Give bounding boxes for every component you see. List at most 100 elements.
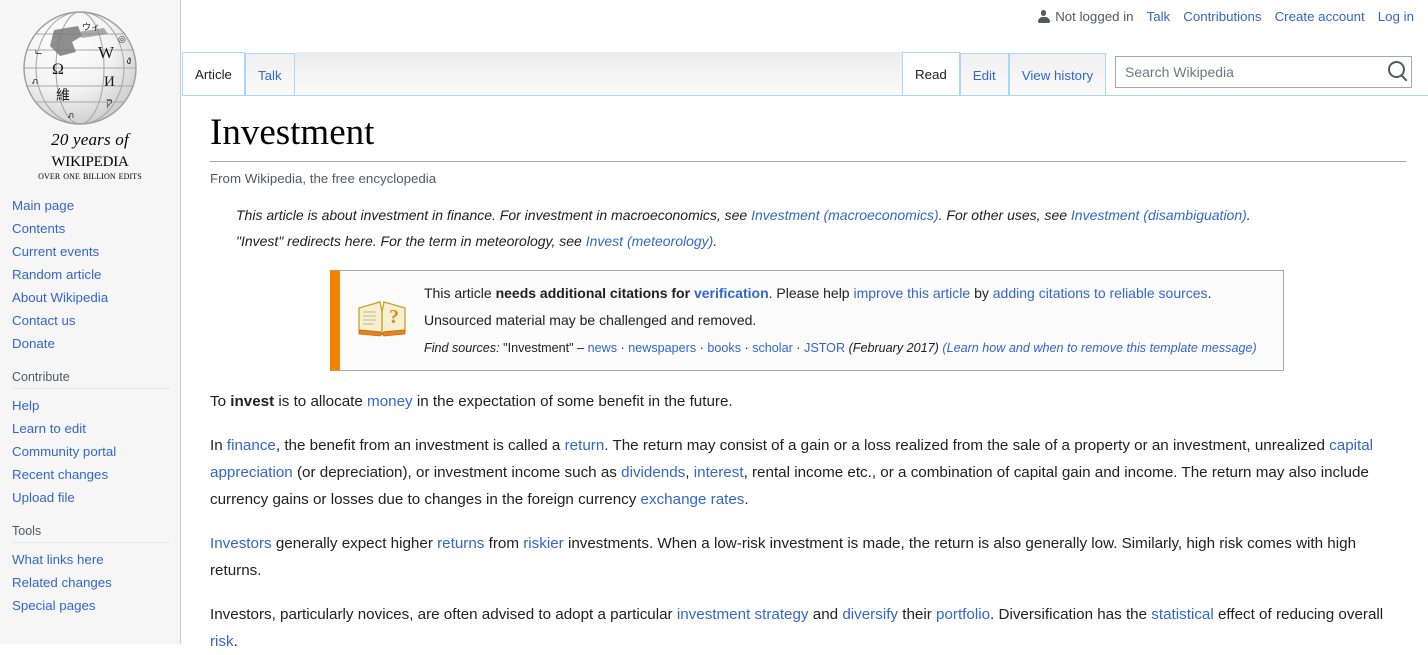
find-sources-link-jstor[interactable]: JSTOR xyxy=(804,341,845,355)
find-sources-link-books[interactable]: books xyxy=(707,341,741,355)
sidebar-navigation: Main page Contents Current events Random ar… xyxy=(0,194,180,617)
find-sources-query: "Investment" xyxy=(503,341,574,356)
login-status: Not logged in xyxy=(1037,9,1134,25)
tab-view-history[interactable]: View history xyxy=(1008,53,1107,96)
link-dividends[interactable]: dividends xyxy=(621,464,685,481)
tab-spacer xyxy=(294,52,907,96)
personal-link-create-account[interactable]: Create account xyxy=(1275,10,1365,24)
link-diversify[interactable]: diversify xyxy=(842,606,898,623)
text-run: , the benefit from an investment is call… xyxy=(275,437,565,455)
sidebar-item-related-changes[interactable]: Related changes xyxy=(12,571,180,594)
sidebar-item-community-portal[interactable]: Community portal xyxy=(12,440,180,463)
sidebar-item-current-events[interactable]: Current events xyxy=(12,240,180,263)
hatnote-redirect: "Invest" redirects here. For the term in… xyxy=(236,228,1428,254)
link-risk[interactable]: risk xyxy=(210,633,234,650)
svg-text:ภ: ภ xyxy=(68,110,74,120)
text-run: , xyxy=(685,464,694,482)
ambox-text-run: . Please help xyxy=(768,285,854,302)
svg-text:?: ? xyxy=(389,306,399,328)
sidebar-list-item: Help xyxy=(12,394,180,417)
tab-edit[interactable]: Edit xyxy=(959,53,1009,96)
wikipedia-globe-icon[interactable]: W Ω И 維 ק ᄂ ウィ ◎ ง ภ ภ xyxy=(16,8,148,128)
sidebar-item-recent-changes[interactable]: Recent changes xyxy=(12,463,180,486)
tab-talk[interactable]: Talk xyxy=(244,53,295,96)
personal-link-contributions[interactable]: Contributions xyxy=(1183,10,1261,24)
sidebar-item-help[interactable]: Help xyxy=(12,394,180,417)
hatnote-text: . xyxy=(713,233,718,250)
svg-text:ง: ง xyxy=(126,55,131,67)
tabs-underline xyxy=(182,95,1428,96)
text-run: is to allocate xyxy=(274,393,368,411)
view-tabs: Read Edit View history xyxy=(902,52,1107,96)
sidebar-list: What links here Related changes Special pa… xyxy=(12,548,180,617)
logo-wordmark: Wikipedia xyxy=(51,147,129,171)
paragraph-p4: Investors, particularly novices, are oft… xyxy=(210,601,1406,655)
sidebar-item-donate[interactable]: Donate xyxy=(12,332,180,355)
personal-link-talk[interactable]: Talk xyxy=(1147,10,1171,24)
ambox-citations-notice: ? This article needs additional citation… xyxy=(330,270,1284,372)
find-sources-link-scholar[interactable]: scholar xyxy=(752,341,793,355)
sidebar-item-learn-to-edit[interactable]: Learn to edit xyxy=(12,417,180,440)
ambox-link-improve[interactable]: improve this article xyxy=(853,285,970,301)
link-exchange-rates[interactable]: exchange rates xyxy=(641,491,745,508)
site-subtitle: From Wikipedia, the free encyclopedia xyxy=(210,171,437,187)
ambox-link-add-citations[interactable]: adding citations to reliable sources xyxy=(993,285,1208,301)
personal-link-log-in[interactable]: Log in xyxy=(1378,10,1414,24)
sidebar-item-contact-us[interactable]: Contact us xyxy=(12,309,180,332)
hatnote-link-macroeconomics[interactable]: Investment (macroeconomics) xyxy=(751,207,939,223)
sidebar-item-contents[interactable]: Contents xyxy=(12,217,180,240)
link-return[interactable]: return xyxy=(565,437,605,454)
ambox-link-learn-more[interactable]: (Learn how and when to remove this templ… xyxy=(942,341,1256,355)
namespace-tabs: Article Talk xyxy=(182,52,907,96)
sidebar-list-item: Related changes xyxy=(12,571,180,594)
sidebar-item-what-links-here[interactable]: What links here xyxy=(12,548,180,571)
link-money[interactable]: money xyxy=(367,393,413,410)
ambox-find-sources: Find sources: "Investment" – news · news… xyxy=(424,335,1269,361)
link-riskier[interactable]: riskier xyxy=(523,535,564,552)
link-portfolio[interactable]: portfolio xyxy=(936,606,990,623)
sidebar-item-upload-file[interactable]: Upload file xyxy=(12,486,180,509)
paragraph-p3: Investors generally expect higher return… xyxy=(210,530,1406,584)
sidebar-list: Help Learn to edit Community portal Recent … xyxy=(12,394,180,509)
logo-tagline-bottom: Over One Billion Edits xyxy=(38,170,142,182)
svg-text:ภ: ภ xyxy=(32,76,38,86)
hatnote-link-invest-meteorology[interactable]: Invest (meteorology) xyxy=(586,233,714,249)
text-run: . xyxy=(744,491,749,509)
text-run: generally expect higher xyxy=(271,535,438,553)
link-finance[interactable]: finance xyxy=(227,437,276,454)
link-returns[interactable]: returns xyxy=(437,535,484,552)
open-book-question-icon: ? xyxy=(358,301,406,337)
svg-text:Ω: Ω xyxy=(52,61,64,78)
sidebar-list-item: What links here xyxy=(12,548,180,571)
sidebar-item-about-wikipedia[interactable]: About Wikipedia xyxy=(12,286,180,309)
sidebar-item-random-article[interactable]: Random article xyxy=(12,263,180,286)
link-statistical[interactable]: statistical xyxy=(1151,606,1213,623)
search-button[interactable] xyxy=(1385,60,1411,84)
sidebar-list-item: Upload file xyxy=(12,486,180,509)
sidebar-list-item: Contact us xyxy=(12,309,180,332)
sidebar-item-main-page[interactable]: Main page xyxy=(12,194,180,217)
text-run: and xyxy=(808,606,843,624)
find-sources-links: news · newspapers · books · scholar · JS… xyxy=(587,341,846,356)
link-investors[interactable]: Investors xyxy=(210,535,272,552)
hatnote-link-disambiguation[interactable]: Investment (disambiguation) xyxy=(1071,207,1247,223)
text-run: from xyxy=(484,535,524,553)
hatnote-about: This article is about investment in fina… xyxy=(236,202,1428,228)
search-input[interactable] xyxy=(1116,57,1411,87)
search-box[interactable] xyxy=(1115,56,1412,88)
link-interest[interactable]: interest xyxy=(694,464,744,481)
sidebar-item-special-pages[interactable]: Special pages xyxy=(12,594,180,617)
ambox-text-run: by xyxy=(970,285,993,302)
ambox-main-sentence: This article needs additional citations … xyxy=(424,280,1269,334)
ambox-link-verification[interactable]: verification xyxy=(694,285,769,301)
link-investment-strategy[interactable]: investment strategy xyxy=(677,606,809,623)
personal-tools-bar: Not logged in Talk Contributions Create … xyxy=(1037,0,1428,34)
find-sources-link-newspapers[interactable]: newspapers xyxy=(628,341,696,355)
login-status-label: Not logged in xyxy=(1055,9,1134,25)
sidebar-logo[interactable]: W Ω И 維 ק ᄂ ウィ ◎ ง ภ ภ 20 years of Wikip… xyxy=(0,0,180,185)
svg-text:И: И xyxy=(104,74,115,90)
ambox-text-run: This article xyxy=(424,285,496,302)
find-sources-link-news[interactable]: news xyxy=(588,341,617,355)
tab-article[interactable]: Article xyxy=(182,52,245,96)
tab-read[interactable]: Read xyxy=(902,52,960,96)
